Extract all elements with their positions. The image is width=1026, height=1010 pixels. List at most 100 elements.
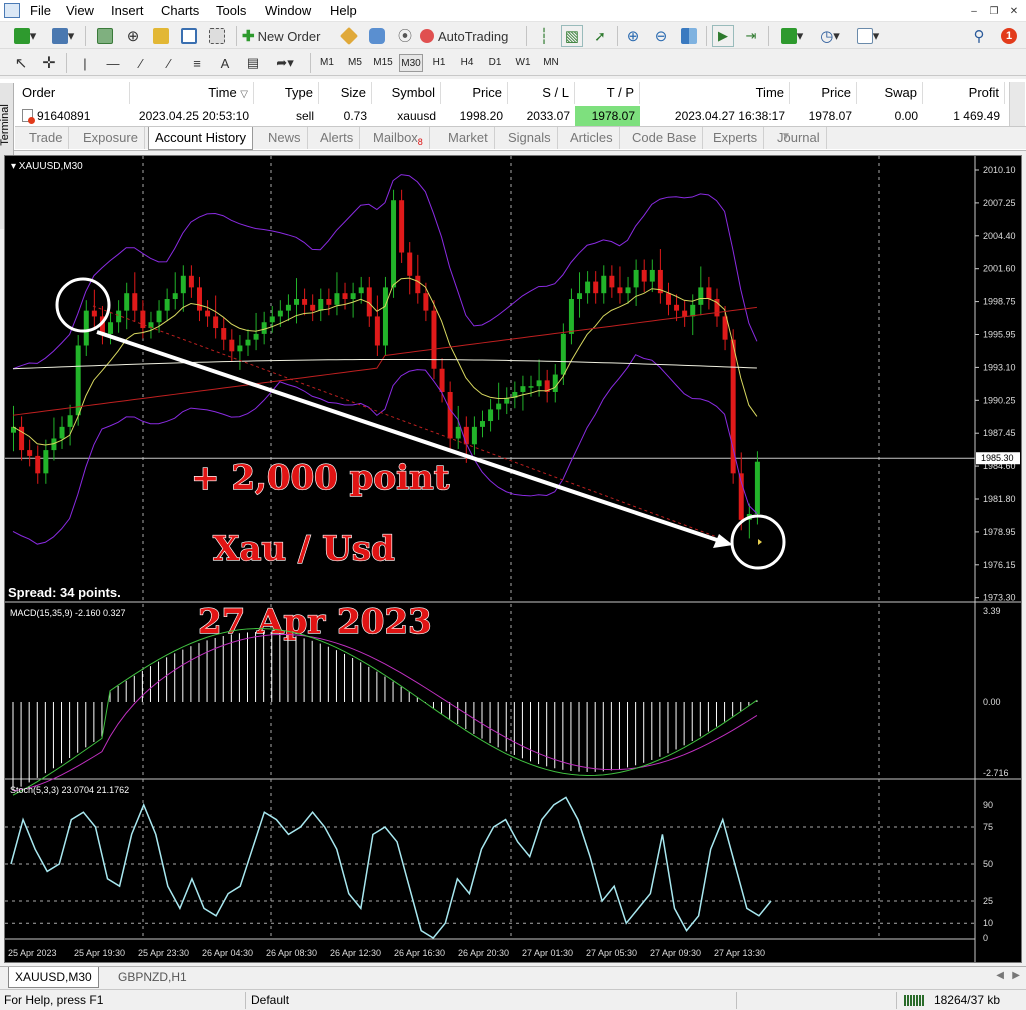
close-icon[interactable]: ✕ — [1006, 4, 1022, 19]
tab-articles[interactable]: Articles — [564, 127, 620, 149]
profiles-button[interactable]: ▾ — [48, 25, 78, 47]
indicators-button[interactable]: ▾ — [775, 25, 809, 47]
tab-code-base[interactable]: Code Base — [626, 127, 704, 149]
col-size[interactable]: Size — [319, 82, 372, 104]
menu-window[interactable]: Window — [265, 3, 311, 18]
tab-scroll-right-icon[interactable]: ▶ — [1012, 970, 1020, 981]
signals-button[interactable] — [366, 25, 388, 47]
candle-body — [690, 304, 696, 317]
price-chart-svg[interactable]: 25 Apr 2023 25 Apr 19:30 25 Apr 23:30 26 Ap… — [5, 156, 1021, 962]
tab-journal[interactable]: Journal — [771, 127, 827, 149]
chart-window[interactable]: 25 Apr 2023 25 Apr 19:30 25 Apr 23:30 26 Ap… — [4, 155, 1022, 963]
tab-alerts[interactable]: Alerts — [314, 127, 361, 149]
candle-body — [245, 339, 251, 346]
new-order-button[interactable]: ✚ New Order — [242, 25, 332, 47]
templates-button[interactable]: ▾ — [851, 25, 885, 47]
tf-h4[interactable]: H4 — [455, 54, 479, 72]
zoom-out-button[interactable]: ⊖ — [650, 25, 672, 47]
radio-button[interactable]: ⦿ — [394, 25, 416, 47]
candle-body — [585, 281, 591, 294]
candle-body — [358, 287, 364, 294]
tf-w1[interactable]: W1 — [511, 54, 535, 72]
line-chart-button[interactable]: ➚ — [589, 25, 611, 47]
col-order[interactable]: Order — [17, 82, 130, 104]
menu-view[interactable]: View — [66, 3, 94, 18]
text-label-button[interactable]: ▤ — [242, 52, 264, 74]
text-button[interactable]: A — [214, 52, 236, 74]
equidistant-channel-button[interactable]: ⁄ — [158, 52, 180, 74]
price-tick-label: 1995.95 — [983, 330, 1016, 340]
col-close-price[interactable]: Price — [790, 82, 857, 104]
navigator-button[interactable] — [150, 25, 172, 47]
periods-button[interactable]: ◷ ▾ — [813, 25, 847, 47]
row-profit: 1 469.49 — [953, 109, 1000, 123]
tab-experts[interactable]: Experts — [707, 127, 765, 149]
notifications-button[interactable]: 1 — [996, 25, 1022, 47]
cursor-button[interactable]: ↖ — [10, 52, 32, 74]
tf-m1[interactable]: M1 — [315, 54, 339, 72]
tab-trade[interactable]: Trade — [23, 127, 70, 149]
tf-m15[interactable]: M15 — [371, 54, 395, 72]
new-chart-button[interactable]: ▾ — [8, 25, 42, 47]
row-symbol: xauusd — [397, 109, 436, 123]
col-swap[interactable]: Swap — [857, 82, 923, 104]
col-time[interactable]: Time ▽ — [130, 82, 254, 104]
menu-tools[interactable]: Tools — [216, 3, 246, 18]
autoscroll-button[interactable]: ▶ — [712, 25, 734, 47]
trendline-button[interactable]: ∕ — [130, 52, 152, 74]
minimize-icon[interactable]: – — [966, 4, 982, 19]
col-price[interactable]: Price — [441, 82, 508, 104]
tf-mn[interactable]: MN — [539, 54, 563, 72]
status-traffic: 18264/37 kb — [933, 993, 1000, 1007]
col-close-time[interactable]: Time — [640, 82, 790, 104]
col-type[interactable]: Type — [254, 82, 319, 104]
tf-m30[interactable]: M30 — [399, 54, 423, 72]
restore-icon[interactable]: ❐ — [986, 4, 1002, 19]
bar-chart-button[interactable]: ┆ — [533, 25, 555, 47]
tile-windows-button[interactable] — [678, 25, 700, 47]
connection-icon — [904, 995, 924, 1006]
crosshair-button[interactable]: ✛ — [38, 52, 60, 74]
tf-h1[interactable]: H1 — [427, 54, 451, 72]
arrows-button[interactable]: ➦ ▾ — [268, 52, 302, 74]
tab-mailbox[interactable]: Mailbox8 — [367, 127, 430, 149]
tab-account-history[interactable]: Account History — [148, 127, 254, 150]
col-sl[interactable]: S / L — [508, 82, 575, 104]
col-profit[interactable]: Profit — [923, 82, 1005, 104]
metaeditor-button[interactable] — [338, 25, 360, 47]
candle-body — [520, 386, 526, 392]
menu-charts[interactable]: Charts — [161, 3, 199, 18]
terminal-scrollbar[interactable] — [1009, 82, 1025, 126]
data-window-button[interactable]: ⊕ — [122, 25, 144, 47]
tab-exposure[interactable]: Exposure — [77, 127, 145, 149]
app-icon[interactable] — [4, 3, 20, 18]
fibonacci-button[interactable]: ≡ — [186, 52, 208, 74]
menu-file[interactable]: File — [30, 3, 51, 18]
autotrading-button[interactable]: AutoTrading — [420, 25, 520, 47]
line-chart-icon: ➚ — [594, 27, 606, 44]
tab-scroll-left-icon[interactable]: ◀ — [996, 970, 1004, 981]
market-watch-button[interactable] — [94, 25, 116, 47]
menu-insert[interactable]: Insert — [111, 3, 144, 18]
tab-signals[interactable]: Signals — [502, 127, 558, 149]
chart-tab-gbpnzd[interactable]: GBPNZD,H1 — [112, 967, 193, 988]
search-button[interactable]: ⚲ — [968, 25, 990, 47]
chart-tab-xauusd[interactable]: XAUUSD,M30 — [8, 967, 99, 988]
vertical-line-button[interactable]: | — [74, 52, 96, 74]
tester-button[interactable] — [206, 25, 228, 47]
col-tp[interactable]: T / P — [575, 82, 640, 104]
splitter-icon[interactable]: ▼ — [781, 131, 791, 142]
long-ma-line — [12, 358, 757, 370]
col-symbol[interactable]: Symbol — [372, 82, 441, 104]
zoom-in-button[interactable]: ⊕ — [622, 25, 644, 47]
tab-market[interactable]: Market — [442, 127, 495, 149]
menu-help[interactable]: Help — [330, 3, 357, 18]
chart-shift-button[interactable]: ⇥ — [740, 25, 762, 47]
tf-m5[interactable]: M5 — [343, 54, 367, 72]
tab-news[interactable]: News — [262, 127, 308, 149]
annotation-date: 27 Apr 2023 — [198, 602, 432, 642]
horizontal-line-button[interactable]: — — [102, 52, 124, 74]
tf-d1[interactable]: D1 — [483, 54, 507, 72]
candlestick-button[interactable]: ▧ — [561, 25, 583, 47]
terminal-button[interactable] — [178, 25, 200, 47]
